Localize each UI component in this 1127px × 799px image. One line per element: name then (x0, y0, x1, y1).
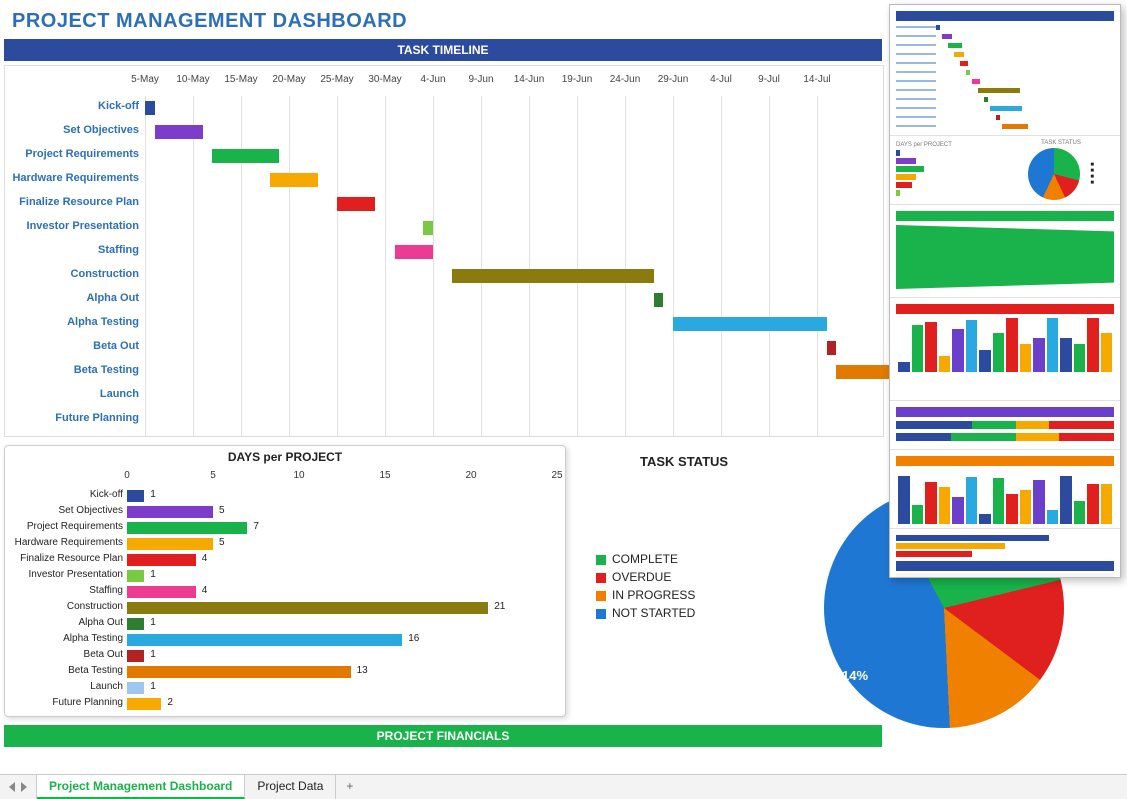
tab-prev-icon[interactable] (9, 782, 15, 792)
days-row: Construction21 (5, 600, 557, 616)
gantt-row-label: Launch (5, 388, 143, 400)
thumbnail-panel[interactable]: DAYS per PROJECT TASK STATUS ■■■■ (889, 4, 1121, 578)
gantt-bar (395, 245, 433, 259)
gantt-row: Investor Presentation (5, 216, 883, 240)
days-row: Beta Out1 (5, 648, 557, 664)
days-bar (127, 554, 196, 566)
task-status-legend: COMPLETEOVERDUEIN PROGRESSNOT STARTED (596, 548, 695, 624)
days-bar (127, 602, 488, 614)
gantt-bar (155, 125, 203, 139)
gantt-row-label: Hardware Requirements (5, 172, 143, 184)
gantt-row: Alpha Out (5, 288, 883, 312)
gantt-bar (270, 173, 318, 187)
gantt-bar (423, 221, 433, 235)
thumb-columns[interactable] (890, 298, 1120, 401)
thumb-days-and-pie[interactable]: DAYS per PROJECT TASK STATUS ■■■■ (890, 136, 1120, 205)
gantt-row-label: Beta Testing (5, 364, 143, 376)
days-bar (127, 682, 144, 694)
days-row: Kick-off1 (5, 488, 557, 504)
days-row: Set Objectives5 (5, 504, 557, 520)
gantt-row-label: Future Planning (5, 412, 143, 424)
days-bar (127, 570, 144, 582)
gantt-row: Launch (5, 384, 883, 408)
gantt-row: Beta Testing (5, 360, 883, 384)
days-bar (127, 506, 213, 518)
gantt-row-label: Set Objectives (5, 124, 143, 136)
days-bar (127, 618, 144, 630)
gantt-bar (212, 149, 279, 163)
gantt-row: Alpha Testing (5, 312, 883, 336)
days-bar (127, 666, 351, 678)
days-row: Alpha Testing16 (5, 632, 557, 648)
gantt-row: Project Requirements (5, 144, 883, 168)
thumb-stacked[interactable] (890, 401, 1120, 450)
gantt-row: Finalize Resource Plan (5, 192, 883, 216)
days-row: Staffing4 (5, 584, 557, 600)
gantt-row: Hardware Requirements (5, 168, 883, 192)
days-per-project-card: DAYS per PROJECT 0510152025 Kick-off1Set… (4, 445, 566, 717)
gantt-row-label: Alpha Out (5, 292, 143, 304)
days-per-project-title: DAYS per PROJECT (5, 446, 565, 468)
days-bar (127, 650, 144, 662)
days-bar (127, 586, 196, 598)
gantt-row: Set Objectives (5, 120, 883, 144)
gantt-bar (452, 269, 654, 283)
sheet-tabs: Project Management Dashboard Project Dat… (0, 774, 1127, 799)
gantt-chart: 5-May10-May15-May20-May25-May30-May4-Jun… (4, 65, 884, 437)
thumb-gantt[interactable] (890, 5, 1120, 136)
tab-dashboard[interactable]: Project Management Dashboard (37, 775, 245, 799)
tab-nav[interactable] (0, 775, 37, 799)
gantt-row-label: Kick-off (5, 100, 143, 112)
days-bar (127, 490, 144, 502)
gantt-row-label: Project Requirements (5, 148, 143, 160)
days-row: Finalize Resource Plan4 (5, 552, 557, 568)
days-row: Project Requirements7 (5, 520, 557, 536)
days-row: Investor Presentation1 (5, 568, 557, 584)
gantt-row: Staffing (5, 240, 883, 264)
task-status-title: TASK STATUS (580, 448, 884, 469)
days-row: Future Planning2 (5, 696, 557, 712)
days-bar (127, 522, 247, 534)
thumb-columns-2[interactable] (890, 450, 1120, 529)
gantt-bar (145, 101, 155, 115)
tab-next-icon[interactable] (21, 782, 27, 792)
tab-project-data[interactable]: Project Data (245, 775, 336, 799)
days-bar (127, 698, 161, 710)
gantt-row-label: Investor Presentation (5, 220, 143, 232)
days-bar (127, 538, 213, 550)
days-row: Launch1 (5, 680, 557, 696)
thumb-table[interactable] (890, 529, 1120, 578)
gantt-row: Construction (5, 264, 883, 288)
tab-add-button[interactable]: + (336, 775, 363, 799)
gantt-row-label: Staffing (5, 244, 143, 256)
gantt-row-label: Alpha Testing (5, 316, 143, 328)
thumb-funnel[interactable] (890, 205, 1120, 298)
days-bar (127, 634, 402, 646)
gantt-row-label: Finalize Resource Plan (5, 196, 143, 208)
gantt-row-label: Beta Out (5, 340, 143, 352)
days-row: Beta Testing13 (5, 664, 557, 680)
gantt-row: Future Planning (5, 408, 883, 432)
gantt-row: Kick-off (5, 96, 883, 120)
gantt-bar (337, 197, 375, 211)
gantt-bar (827, 341, 837, 355)
gantt-bar (654, 293, 664, 307)
gantt-bar (673, 317, 827, 331)
timeline-band: TASK TIMELINE (4, 39, 882, 61)
days-row: Alpha Out1 (5, 616, 557, 632)
gantt-row-label: Construction (5, 268, 143, 280)
gantt-row: Beta Out (5, 336, 883, 360)
task-status-card: TASK STATUS COMPLETEOVERDUEIN PROGRESSNO… (580, 448, 884, 742)
days-row: Hardware Requirements5 (5, 536, 557, 552)
